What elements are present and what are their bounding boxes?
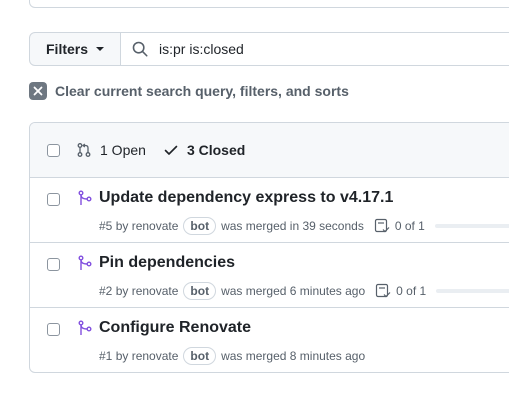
row-checkbox[interactable] (47, 258, 60, 271)
select-all-checkbox[interactable] (47, 143, 60, 157)
search-input[interactable]: is:pr is:closed (121, 32, 509, 66)
list-item: Configure Renovate #1 by renovate bot wa… (30, 308, 509, 372)
author-text[interactable]: by renovate (116, 349, 179, 363)
open-count-label: 1 Open (100, 142, 146, 158)
merged-icon (78, 190, 92, 205)
pull-request-meta: #5 by renovate bot was merged in 39 seco… (99, 217, 509, 235)
check-icon (164, 145, 178, 155)
progress-bar (436, 289, 509, 293)
search-query: is:pr is:closed (159, 41, 244, 57)
pull-request-number: #1 (99, 349, 113, 363)
search-icon (132, 41, 148, 57)
checklist-icon (376, 283, 391, 298)
filters-label: Filters (46, 41, 89, 57)
closed-count-label: 3 Closed (186, 142, 246, 158)
filter-bar: Filters is:pr is:closed (29, 32, 509, 66)
pull-request-list: 1 Open 3 Closed Update dependency expres… (29, 122, 509, 373)
task-progress: 0 of 1 (375, 283, 426, 299)
pull-request-number: #2 (99, 284, 113, 298)
list-header: 1 Open 3 Closed (30, 123, 509, 178)
clear-filters-label: Clear current search query, filters, and… (55, 83, 349, 99)
list-item: Update dependency express to v4.17.1 #5 … (30, 178, 509, 243)
checklist-icon (374, 218, 390, 233)
pull-request-title[interactable]: Configure Renovate (99, 319, 251, 337)
row-checkbox[interactable] (47, 193, 60, 206)
task-progress: 0 of 1 (374, 218, 425, 234)
merged-icon (78, 320, 92, 335)
filters-button[interactable]: Filters (29, 32, 122, 66)
merged-time: was merged in 39 seconds (221, 219, 364, 233)
bot-badge: bot (183, 282, 217, 300)
row-checkbox[interactable] (47, 323, 60, 336)
merged-icon (78, 255, 92, 270)
task-count: 0 of 1 (396, 284, 427, 298)
closed-filter[interactable]: 3 Closed (163, 142, 245, 158)
task-count: 0 of 1 (394, 219, 425, 233)
author-text[interactable]: by renovate (116, 219, 179, 233)
merged-time: was merged 8 minutes ago (221, 349, 366, 363)
caret-down-icon (96, 47, 105, 51)
open-filter[interactable]: 1 Open (76, 142, 146, 158)
bot-badge: bot (183, 347, 217, 365)
merged-time: was merged 6 minutes ago (221, 284, 366, 298)
pull-request-icon (77, 143, 91, 157)
pull-request-number: #5 (99, 219, 113, 233)
progress-bar (434, 224, 509, 228)
clear-filters-link[interactable]: Clear current search query, filters, and… (29, 82, 349, 100)
pull-request-title[interactable]: Update dependency express to v4.17.1 (99, 189, 393, 207)
pull-request-title[interactable]: Pin dependencies (99, 254, 235, 272)
previous-panel (29, 0, 509, 8)
bot-badge: bot (183, 217, 217, 235)
pull-request-meta: #2 by renovate bot was merged 6 minutes … (99, 282, 509, 300)
x-icon (29, 82, 47, 100)
list-item: Pin dependencies #2 by renovate bot was … (30, 243, 509, 308)
pull-request-meta: #1 by renovate bot was merged 8 minutes … (99, 347, 365, 365)
author-text[interactable]: by renovate (116, 284, 179, 298)
